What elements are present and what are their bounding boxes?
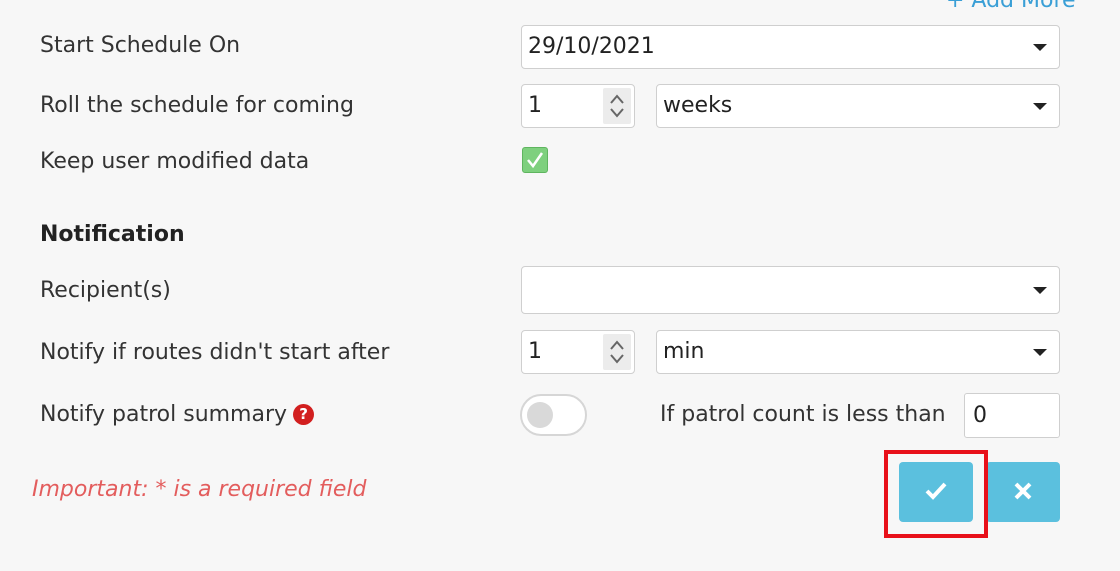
- add-more-link[interactable]: + Add More: [946, 0, 1076, 13]
- routes-delay-label: Notify if routes didn't start after: [40, 340, 390, 365]
- start-date-value: 29/10/2021: [528, 34, 655, 59]
- patrol-count-label: If patrol count is less than: [660, 402, 946, 427]
- question-circle-icon[interactable]: ?: [293, 404, 315, 425]
- stepper-arrows-icon[interactable]: [603, 88, 631, 124]
- recipients-select[interactable]: [521, 266, 1060, 314]
- patrol-summary-label: Notify patrol summary: [40, 402, 288, 427]
- start-schedule-label: Start Schedule On: [40, 33, 241, 58]
- routes-delay-stepper[interactable]: 1: [521, 330, 635, 374]
- keep-data-label: Keep user modified data: [40, 149, 310, 174]
- chevron-down-icon: [1033, 44, 1047, 51]
- toggle-knob: [527, 402, 553, 428]
- keep-data-checkbox[interactable]: [522, 147, 548, 173]
- cancel-button[interactable]: [986, 462, 1060, 522]
- routes-unit-value: min: [663, 339, 705, 364]
- roll-schedule-label: Roll the schedule for coming: [40, 93, 354, 118]
- chevron-down-icon: [1033, 103, 1047, 110]
- roll-unit-value: weeks: [663, 93, 733, 118]
- notification-heading: Notification: [40, 222, 185, 247]
- roll-count-value: 1: [528, 93, 542, 118]
- chevron-down-icon: [1033, 287, 1047, 294]
- highlight-box: [884, 450, 988, 538]
- patrol-summary-toggle[interactable]: [520, 394, 587, 436]
- times-icon: [1014, 482, 1032, 500]
- patrol-count-input[interactable]: 0: [964, 393, 1060, 438]
- required-field-note: Important: * is a required field: [32, 477, 367, 502]
- roll-count-stepper[interactable]: 1: [521, 84, 635, 128]
- recipients-label: Recipient(s): [40, 278, 171, 303]
- chevron-down-icon: [1033, 349, 1047, 356]
- roll-unit-select[interactable]: weeks: [656, 84, 1060, 128]
- check-icon: [527, 152, 544, 169]
- stepper-arrows-icon[interactable]: [603, 334, 631, 370]
- routes-unit-select[interactable]: min: [656, 330, 1060, 374]
- start-date-select[interactable]: 29/10/2021: [521, 25, 1060, 69]
- patrol-summary-label-row: Notify patrol summary?: [40, 402, 315, 427]
- routes-delay-value: 1: [528, 339, 542, 364]
